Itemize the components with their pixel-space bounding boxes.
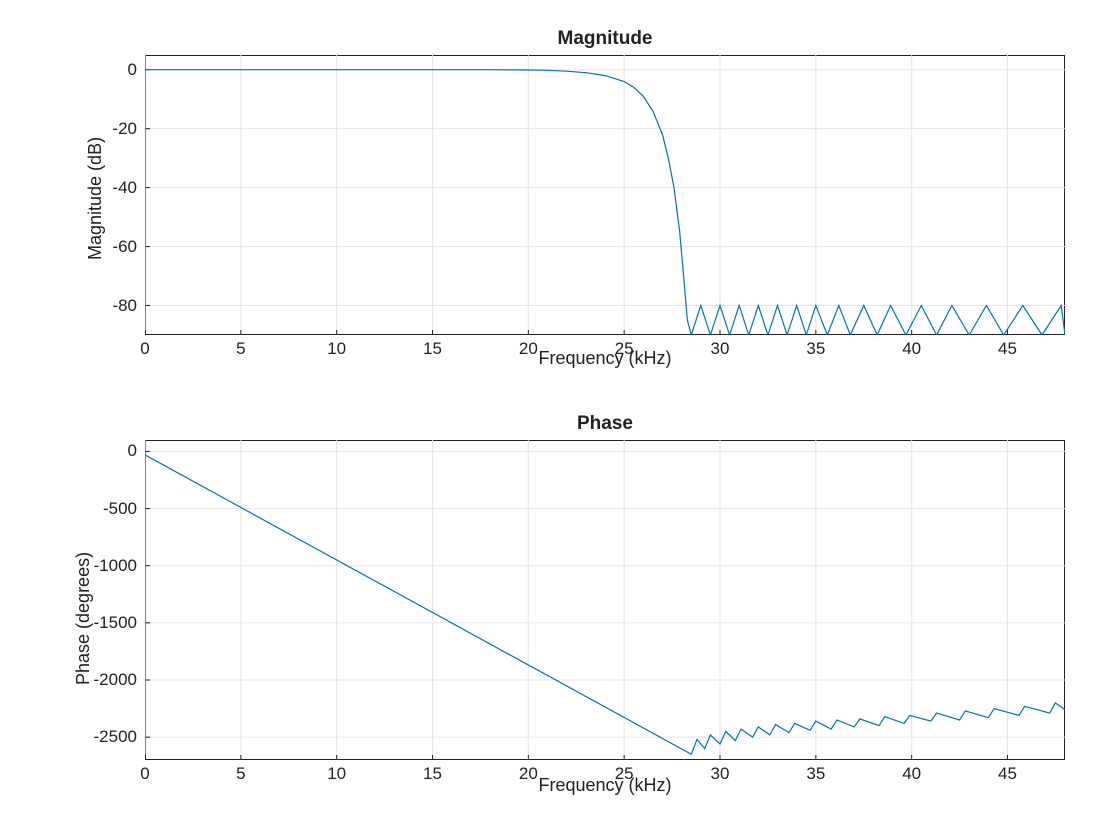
phase-xlabel: Frequency (kHz) (145, 775, 1065, 796)
magnitude-xlabel: Frequency (kHz) (145, 348, 1065, 369)
ytick-label: 0 (77, 441, 137, 461)
chart-title-magnitude: Magnitude (145, 28, 1065, 50)
phase-ylabel: Phase (degrees) (73, 552, 94, 685)
magnitude-ylabel: Magnitude (dB) (85, 137, 106, 260)
phase-svg (145, 440, 1065, 760)
phase-plot: 051015202530354045-2500-2000-1500-1000-5… (145, 440, 1065, 760)
ytick-label: -20 (77, 119, 137, 139)
ytick-label: -2500 (77, 727, 137, 747)
chart-title-phase: Phase (145, 413, 1065, 435)
ytick-label: -500 (77, 499, 137, 519)
ytick-label: -80 (77, 296, 137, 316)
ytick-label: 0 (77, 60, 137, 80)
magnitude-svg (145, 55, 1065, 335)
magnitude-plot: 051015202530354045-80-60-40-200 (145, 55, 1065, 335)
